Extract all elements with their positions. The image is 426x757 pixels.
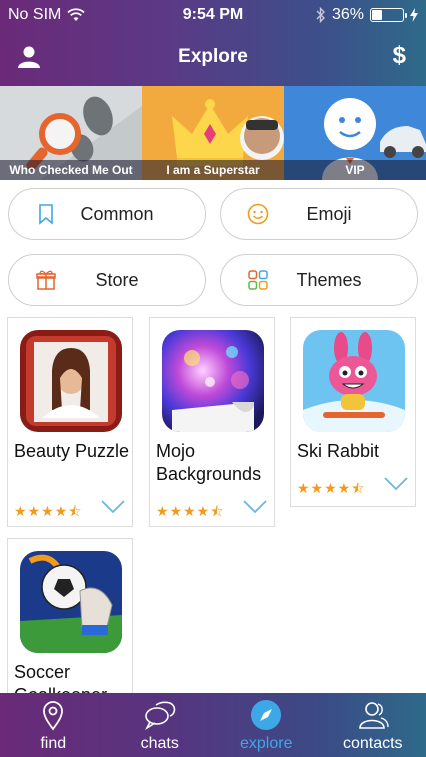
app-card-beauty-puzzle[interactable]: Beauty Puzzle ★★★★⯪: [7, 317, 133, 527]
location-pin-icon: [43, 701, 63, 731]
charging-icon: [410, 8, 418, 22]
ski-rabbit-icon: [303, 330, 405, 432]
tab-bar: find chats explore contacts: [0, 693, 426, 757]
screen: No SIM 9:54 PM 36% Explore $ Who Checked…: [0, 0, 426, 757]
banner-vip[interactable]: VIP: [284, 86, 426, 180]
battery-percent: 36%: [331, 6, 364, 23]
page-title: Explore: [178, 46, 248, 67]
contacts-icon: [358, 702, 389, 729]
smiley-icon: [247, 203, 269, 225]
emoji-button[interactable]: Emoji: [220, 188, 418, 240]
app-name: Beauty Puzzle: [14, 441, 130, 461]
battery-fill: [372, 10, 382, 20]
mojo-backgrounds-icon: [162, 330, 264, 432]
battery-icon: [370, 8, 407, 22]
status-right: 36%: [316, 6, 418, 24]
tab-contacts[interactable]: contacts: [320, 693, 426, 757]
banner-who-checked-me-out[interactable]: Who Checked Me Out: [0, 86, 142, 180]
tab-label: explore: [240, 735, 293, 752]
chevron-down-icon[interactable]: [383, 475, 409, 493]
tab-label: contacts: [342, 735, 403, 752]
header: No SIM 9:54 PM 36% Explore $: [0, 0, 426, 86]
chevron-down-icon[interactable]: [242, 498, 268, 516]
dollar-button[interactable]: $: [393, 42, 406, 70]
banner-label: Who Checked Me Out: [0, 160, 142, 180]
grid-icon: [248, 270, 268, 290]
nav-bar: Explore $: [0, 38, 426, 78]
banner-label: I am a Superstar: [142, 160, 284, 180]
app-name: Mojo Backgrounds: [156, 441, 262, 484]
dollar-icon: $: [392, 42, 406, 69]
star-rating: ★★★★⯪: [156, 503, 225, 519]
bluetooth-icon: [316, 7, 325, 23]
tab-label: chats: [140, 735, 179, 752]
bookmark-icon: [39, 204, 53, 225]
tab-chats[interactable]: chats: [107, 693, 214, 757]
status-bar: No SIM 9:54 PM 36%: [0, 0, 426, 30]
soccer-goalkeeper-icon: [20, 551, 122, 653]
banner-row: Who Checked Me Out I am a Superstar VIP: [0, 86, 426, 180]
gift-icon: [36, 270, 56, 290]
app-card-ski-rabbit[interactable]: Ski Rabbit ★★★★⯪: [290, 317, 416, 507]
common-button[interactable]: Common: [8, 188, 206, 240]
beauty-puzzle-icon: [20, 330, 122, 432]
app-card-soccer-goalkeeper[interactable]: Soccer Goalkeeper: [7, 538, 133, 705]
themes-button[interactable]: Themes: [220, 254, 418, 306]
store-button[interactable]: Store: [8, 254, 206, 306]
star-rating: ★★★★⯪: [297, 480, 366, 496]
tab-explore[interactable]: explore: [213, 693, 320, 757]
star-rating: ★★★★⯪: [14, 503, 83, 519]
app-card-mojo-backgrounds[interactable]: Mojo Backgrounds ★★★★⯪: [149, 317, 275, 527]
banner-label: VIP: [284, 160, 426, 180]
tab-find[interactable]: find: [0, 693, 107, 757]
compass-icon: [251, 700, 281, 730]
banner-superstar[interactable]: I am a Superstar: [142, 86, 284, 180]
chevron-down-icon[interactable]: [100, 498, 126, 516]
app-name: Ski Rabbit: [297, 441, 380, 461]
chat-bubbles-icon: [144, 701, 175, 731]
tab-label: find: [40, 735, 67, 752]
